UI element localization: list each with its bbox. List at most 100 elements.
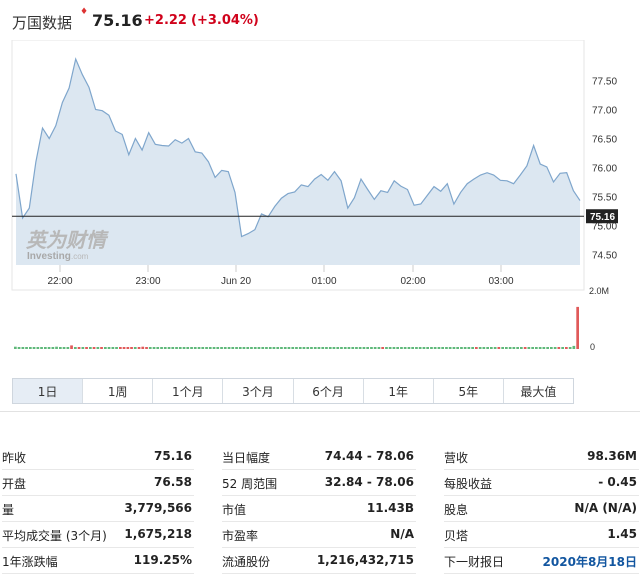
stat-label: 每股收益: [444, 477, 493, 491]
volume-bar: [261, 347, 265, 349]
price-chart-svg[interactable]: 77.5077.0076.5076.0075.5075.0074.50 22:0…: [0, 39, 640, 360]
stat-value: 32.84 - 78.06: [324, 475, 414, 489]
volume-bar: [565, 347, 568, 349]
volume-bar: [505, 347, 508, 349]
volume-bar: [257, 347, 261, 349]
stat-value: 98.36M: [587, 449, 637, 463]
x-tick-label: 22:00: [47, 276, 72, 287]
tab-6[interactable]: 5年: [434, 379, 504, 403]
stat-label: 52 周范围: [222, 477, 278, 491]
price-change-percent: (+3.04%): [191, 13, 259, 28]
stat-label: 下一财报日: [444, 555, 505, 569]
stat-value: - 0.45: [598, 475, 637, 489]
volume-bar: [403, 347, 407, 349]
stat-row: 量 3,779,566: [2, 496, 194, 522]
y-tick-label: 77.50: [592, 76, 617, 87]
volume-bar: [280, 347, 283, 349]
tab-2[interactable]: 1个月: [153, 379, 224, 403]
stat-label: 贝塔: [444, 529, 469, 543]
volume-bar: [167, 347, 171, 349]
volume-bar: [21, 347, 25, 349]
volume-bar: [422, 347, 426, 349]
volume-bar: [508, 347, 512, 349]
volume-bar: [347, 347, 351, 349]
tab-0[interactable]: 1日: [13, 379, 84, 403]
volume-bar: [572, 345, 576, 349]
volume-bar: [152, 347, 156, 349]
volume-bar: [561, 347, 564, 349]
stat-value: N/A (N/A): [574, 501, 637, 515]
volume-bar: [220, 347, 223, 349]
volume-bar: [175, 347, 178, 349]
volume-bar: [557, 347, 561, 349]
stat-row: 每股收益 - 0.45: [444, 470, 639, 496]
volume-bar: [381, 347, 384, 349]
watermark-en: Investing: [27, 251, 71, 262]
volume-bar: [171, 347, 175, 349]
stat-value: 119.25%: [133, 553, 192, 567]
volume-bar: [227, 347, 231, 349]
volume-bar: [452, 347, 456, 349]
volume-bar: [553, 347, 557, 349]
stat-label: 流通股份: [222, 555, 271, 569]
volume-bar: [340, 347, 343, 349]
volume-bar: [535, 347, 538, 349]
volume-bar: [475, 347, 478, 349]
volume-bar: [295, 347, 298, 349]
volume-bar: [133, 347, 137, 349]
volume-bar: [490, 347, 493, 349]
stat-row: 下一财报日 2020年8月18日: [444, 548, 639, 574]
volume-bar: [482, 347, 486, 349]
stat-row: 股息 N/A (N/A): [444, 496, 639, 522]
flag-icon: ♦: [80, 7, 89, 17]
tab-3[interactable]: 3个月: [223, 379, 294, 403]
earnings-date-link[interactable]: 2020年8月18日: [543, 553, 637, 570]
volume-bar: [115, 347, 118, 349]
volume-bar: [516, 347, 519, 349]
volume-bar: [291, 347, 295, 349]
stat-label: 量: [2, 503, 15, 517]
volume-bar: [36, 347, 40, 349]
volume-bar: [96, 347, 100, 349]
volume-bar: [313, 347, 317, 349]
tab-1[interactable]: 1周: [83, 379, 154, 403]
volume-bar: [325, 347, 328, 349]
volume-bar: [62, 347, 66, 349]
volume-bar: [186, 347, 190, 349]
stat-label: 市值: [222, 503, 247, 517]
tab-7[interactable]: 最大值: [504, 379, 573, 403]
volume-bar: [160, 347, 163, 349]
y-axis-ticks: 77.5077.0076.5076.0075.5075.0074.50: [592, 76, 617, 261]
volume-bar: [40, 347, 43, 349]
stat-row: 平均成交量 (3个月) 1,675,218: [2, 522, 194, 548]
volume-bar: [223, 347, 227, 349]
volume-bar: [272, 347, 276, 349]
stat-value: 75.16: [154, 449, 192, 463]
volume-bar: [283, 347, 287, 349]
volume-bar: [370, 347, 373, 349]
stat-row: 流通股份 1,216,432,715: [222, 548, 416, 574]
volume-bar: [59, 347, 62, 349]
volume-bar: [538, 347, 542, 349]
tab-5[interactable]: 1年: [364, 379, 434, 403]
volume-bar: [92, 347, 96, 349]
stats-column-2: 当日幅度 74.44 - 78.06 52 周范围 32.84 - 78.06 市值 11…: [222, 444, 416, 574]
x-tick-label: 02:00: [400, 276, 425, 287]
price-chart[interactable]: 77.50 77.00 76.50 76.00 75.50 75.00 74.50 22:0…: [0, 39, 640, 360]
volume-bar: [328, 347, 332, 349]
volume-bar: [250, 347, 253, 349]
volume-bar: [471, 347, 474, 349]
volume-bars: [14, 306, 579, 349]
volume-bar: [351, 347, 355, 349]
stat-row: 市值 11.43B: [222, 496, 416, 522]
tab-4[interactable]: 6个月: [294, 379, 364, 403]
volume-bar: [47, 347, 51, 349]
volume-bar: [542, 347, 546, 349]
volume-bar: [25, 347, 28, 349]
volume-bar: [501, 347, 504, 349]
volume-bar: [373, 347, 377, 349]
volume-bar: [178, 347, 182, 349]
volume-bar: [493, 347, 497, 349]
volume-bar: [512, 347, 516, 349]
volume-bar: [523, 347, 527, 349]
